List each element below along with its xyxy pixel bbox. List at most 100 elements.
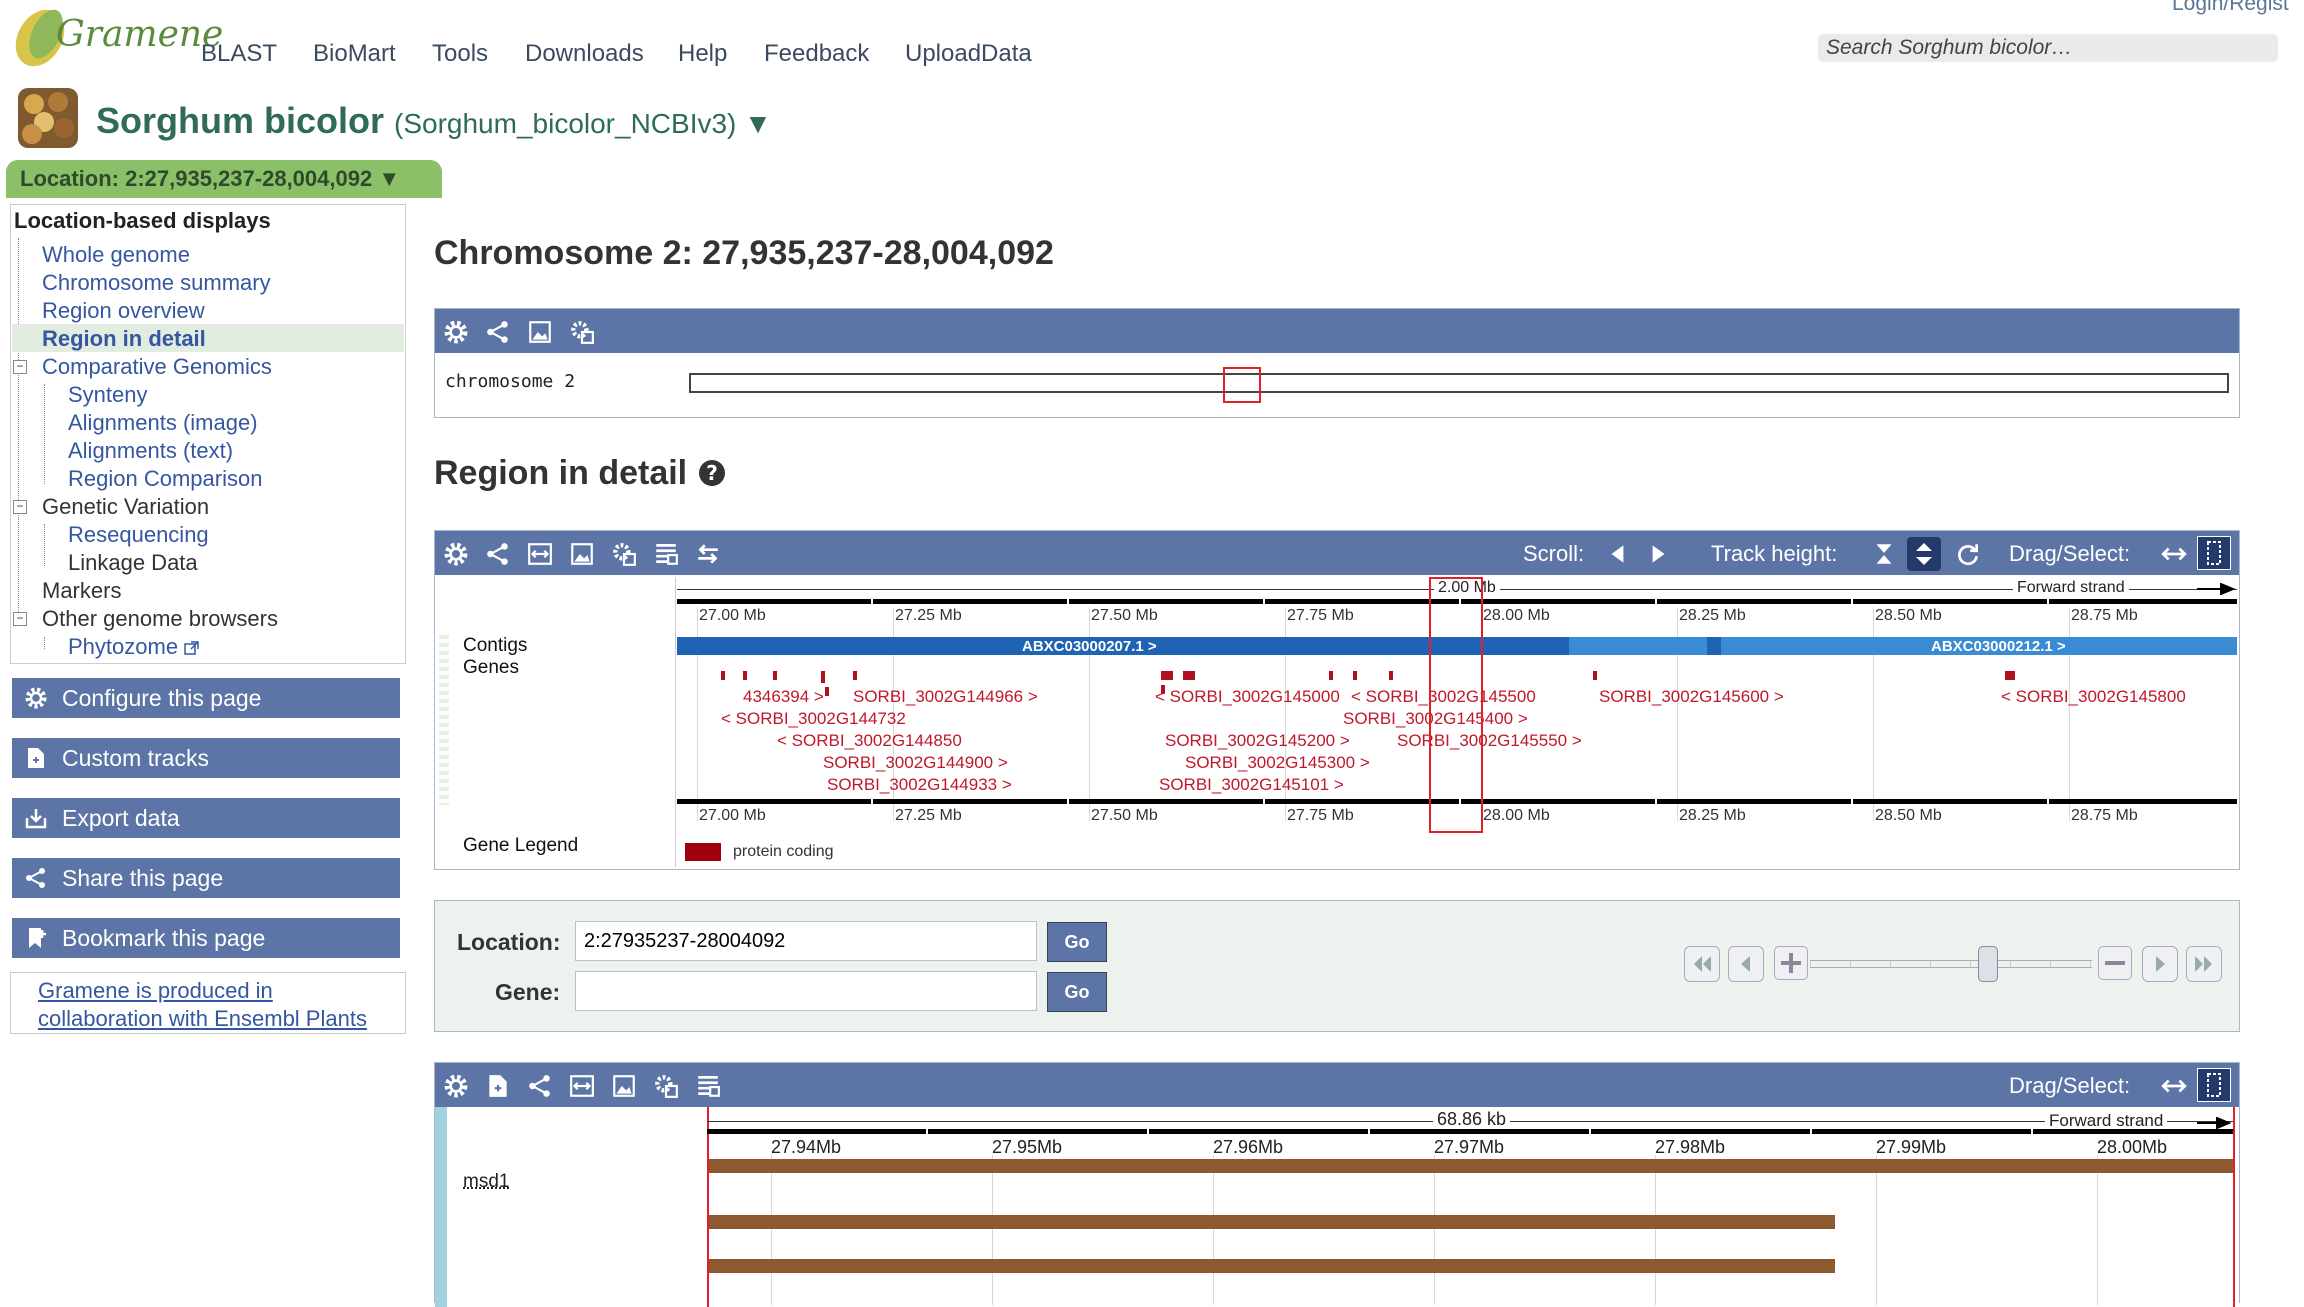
nav-downloads[interactable]: Downloads: [525, 40, 644, 68]
share-icon[interactable]: [485, 319, 511, 345]
gene-label[interactable]: SORBI_3002G145550 >: [1397, 731, 1582, 751]
gene-label[interactable]: < SORBI_3002G145000: [1155, 687, 1340, 707]
sidebar-item-resequencing[interactable]: Resequencing: [68, 522, 209, 548]
gear-icon[interactable]: [443, 541, 469, 567]
gene-label[interactable]: SORBI_3002G145101 >: [1159, 775, 1344, 795]
image-export-icon[interactable]: [611, 1073, 637, 1099]
help-icon[interactable]: ?: [697, 458, 727, 488]
sidebar-item-alignments-text[interactable]: Alignments (text): [68, 438, 233, 464]
gene-label[interactable]: < SORBI_3002G144850: [777, 731, 962, 751]
gene-label[interactable]: SORBI_3002G144900 >: [823, 753, 1008, 773]
gene-label[interactable]: SORBI_3002G144933 >: [827, 775, 1012, 795]
chromosome-selection-box[interactable]: [1223, 367, 1261, 403]
plus-icon: [1781, 953, 1801, 973]
resize-icon[interactable]: [569, 1073, 595, 1099]
detail-track-area[interactable]: 68.86 kb Forward strand 27.94Mb 27.95Mb …: [707, 1107, 2237, 1307]
share-icon[interactable]: [527, 1073, 553, 1099]
gene-label[interactable]: < SORBI_3002G144732: [721, 709, 906, 729]
location-input[interactable]: [575, 921, 1037, 961]
drag-handle[interactable]: [439, 635, 449, 805]
nav-biomart[interactable]: BioMart: [313, 40, 396, 68]
gear-icon[interactable]: [443, 319, 469, 345]
nav-feedback[interactable]: Feedback: [764, 40, 869, 68]
gene-go-button[interactable]: Go: [1047, 972, 1107, 1012]
location-tab[interactable]: Location: 2:27,935,237-28,004,092 ▼: [6, 160, 442, 198]
reset-tracks-icon[interactable]: [653, 541, 679, 567]
nav-tools[interactable]: Tools: [432, 40, 488, 68]
transcript-bar[interactable]: [709, 1159, 2233, 1173]
drag-arrows-icon[interactable]: [2161, 541, 2187, 567]
transcript-bar[interactable]: [709, 1259, 1835, 1273]
resize-icon[interactable]: [527, 541, 553, 567]
sidebar-item-alignments-image[interactable]: Alignments (image): [68, 410, 258, 436]
configure-page-button[interactable]: Configure this page: [12, 678, 400, 718]
collaboration-link[interactable]: collaboration with Ensembl Plants: [38, 1006, 367, 1032]
region-track-area[interactable]: 2.00 Mb Forward strand 27.00 Mb 27.25 Mb…: [677, 577, 2237, 867]
expand-height-button[interactable]: [1907, 537, 1941, 571]
gramene-logo[interactable]: Gramene: [12, 4, 223, 74]
refresh-icon[interactable]: [1955, 541, 1981, 567]
assembly-selector[interactable]: (Sorghum_bicolor_NCBIv3) ▼: [394, 108, 772, 139]
region-selection-box[interactable]: [1429, 577, 1483, 833]
nav-blast[interactable]: BLAST: [201, 40, 277, 68]
drag-arrows-icon[interactable]: [2161, 1073, 2187, 1099]
nav-help[interactable]: Help: [678, 40, 727, 68]
gene-label[interactable]: SORBI_3002G145300 >: [1185, 753, 1370, 773]
sidebar-item-phytozome[interactable]: Phytozome: [68, 634, 200, 660]
export-data-button[interactable]: Export data: [12, 798, 400, 838]
reset-config-icon[interactable]: [653, 1073, 679, 1099]
scroll-left-icon[interactable]: [1605, 541, 1631, 567]
collapse-height-icon[interactable]: [1871, 541, 1897, 567]
sidebar-item-region-in-detail[interactable]: Region in detail: [42, 326, 206, 352]
sidebar-item-region-comparison[interactable]: Region Comparison: [68, 466, 262, 492]
share-icon[interactable]: [485, 541, 511, 567]
zoom-slider-track[interactable]: [1810, 960, 2092, 968]
sidebar-item-comparative-genomics[interactable]: Comparative Genomics: [42, 354, 272, 380]
select-mode-button[interactable]: [2197, 536, 2231, 570]
zoom-out-button[interactable]: [2098, 946, 2132, 980]
scroll-right-icon[interactable]: [1645, 541, 1671, 567]
sidebar-item-chromosome-summary[interactable]: Chromosome summary: [42, 270, 271, 296]
gene-label[interactable]: 4346394 >: [743, 687, 824, 707]
gene-input[interactable]: [575, 971, 1037, 1011]
contig-bar[interactable]: [1707, 637, 1721, 655]
login-link[interactable]: Login/Regist: [2172, 0, 2289, 16]
zoom-in-button[interactable]: [1774, 946, 1808, 980]
collaboration-link[interactable]: Gramene is produced in: [38, 978, 273, 1004]
swap-arrows-icon[interactable]: [695, 541, 721, 567]
msd1-track-label[interactable]: msd1: [463, 1171, 509, 1193]
collapse-icon[interactable]: −: [13, 360, 27, 374]
gene-label[interactable]: SORBI_3002G145200 >: [1165, 731, 1350, 751]
contig-bar[interactable]: [1569, 637, 2237, 655]
jump-end-button[interactable]: [2186, 946, 2222, 982]
track-handle[interactable]: [435, 1107, 447, 1307]
share-page-button[interactable]: Share this page: [12, 858, 400, 898]
gene-label[interactable]: < SORBI_3002G145800: [2001, 687, 2186, 707]
sidebar-item-synteny[interactable]: Synteny: [68, 382, 148, 408]
reset-tracks-icon[interactable]: [695, 1073, 721, 1099]
gene-label[interactable]: SORBI_3002G145600 >: [1599, 687, 1784, 707]
collapse-icon[interactable]: −: [13, 500, 27, 514]
gene-label[interactable]: SORBI_3002G144966 >: [853, 687, 1038, 707]
select-mode-button[interactable]: [2197, 1068, 2231, 1102]
jump-start-button[interactable]: [1684, 946, 1720, 982]
image-export-icon[interactable]: [527, 319, 553, 345]
step-forward-button[interactable]: [2142, 946, 2178, 982]
sidebar-item-region-overview[interactable]: Region overview: [42, 298, 205, 324]
zoom-slider-handle[interactable]: [1978, 946, 1998, 982]
collapse-icon[interactable]: −: [13, 612, 27, 626]
gear-icon[interactable]: [443, 1073, 469, 1099]
sidebar-item-whole-genome[interactable]: Whole genome: [42, 242, 190, 268]
search-input[interactable]: Search Sorghum bicolor…: [1818, 34, 2278, 62]
reset-config-icon[interactable]: [611, 541, 637, 567]
chromosome-ideogram[interactable]: [689, 373, 2229, 393]
transcript-bar[interactable]: [709, 1215, 1835, 1229]
nav-uploaddata[interactable]: UploadData: [905, 40, 1032, 68]
location-go-button[interactable]: Go: [1047, 922, 1107, 962]
reset-config-icon[interactable]: [569, 319, 595, 345]
custom-tracks-button[interactable]: Custom tracks: [12, 738, 400, 778]
custom-track-icon[interactable]: [485, 1073, 511, 1099]
step-back-button[interactable]: [1728, 946, 1764, 982]
image-export-icon[interactable]: [569, 541, 595, 567]
bookmark-page-button[interactable]: Bookmark this page: [12, 918, 400, 958]
